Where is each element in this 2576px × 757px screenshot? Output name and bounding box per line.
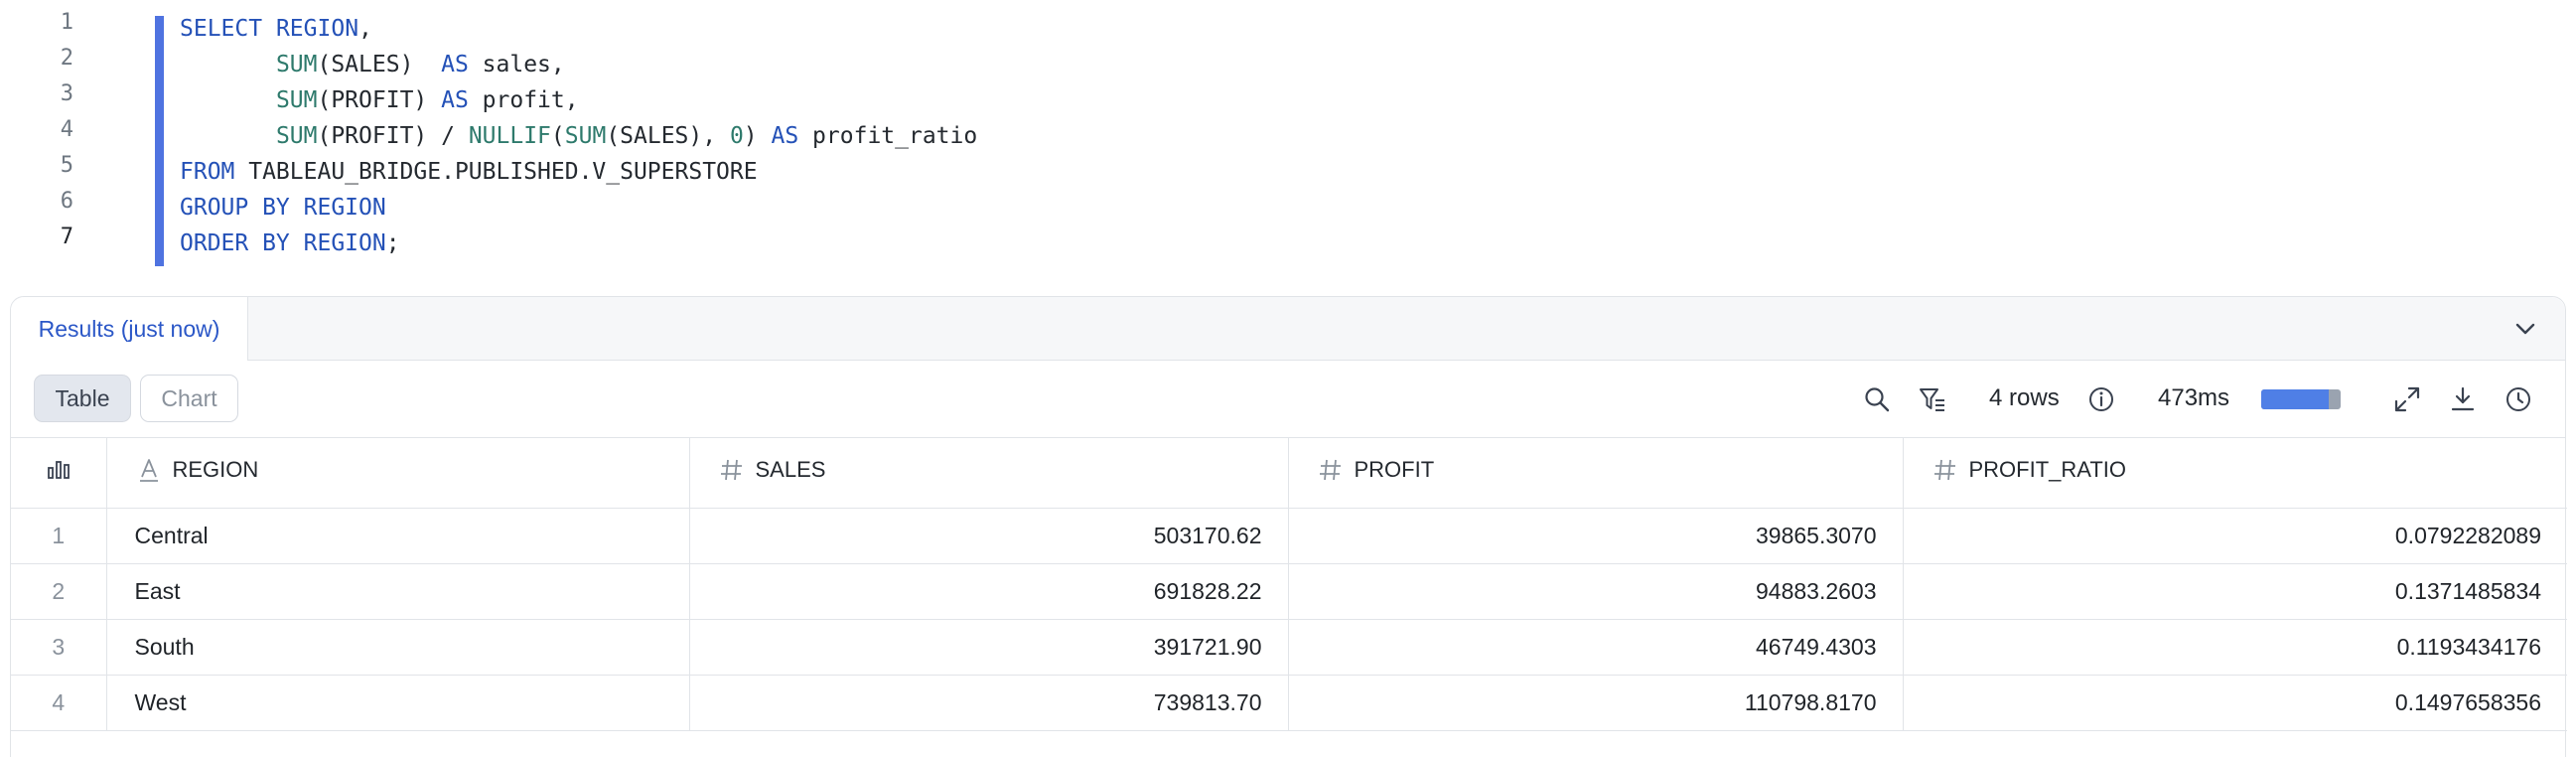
cell-profit[interactable]: 46749.4303 <box>1288 619 1904 676</box>
query-duration: 473ms <box>2158 384 2230 411</box>
column-header-region[interactable]: REGION <box>106 438 690 509</box>
cell-sales[interactable]: 503170.62 <box>689 508 1289 564</box>
filter-icon[interactable] <box>1918 384 1947 414</box>
query-progress-bar <box>2261 389 2341 409</box>
chart-view-button[interactable]: Chart <box>140 375 238 422</box>
row-count: 4 rows <box>1989 384 2060 411</box>
code-line[interactable]: FROM TABLEAU_BRIDGE.PUBLISHED.V_SUPERSTO… <box>180 159 758 185</box>
number-type-icon <box>720 459 742 480</box>
column-header-label: PROFIT <box>1354 456 1435 482</box>
line-number: 2 <box>60 46 73 71</box>
cell-profit-ratio[interactable]: 0.1193434176 <box>1903 619 2567 676</box>
results-table: REGION SALES PROFIT PROFIT_RATIO 1 Centr… <box>11 438 2567 731</box>
selection-gutter-bar <box>155 16 164 266</box>
cell-region[interactable]: South <box>106 619 690 676</box>
line-number: 1 <box>60 10 73 35</box>
table-row[interactable]: 4 West 739813.70 110798.8170 0.149765835… <box>11 675 2567 731</box>
cell-region[interactable]: West <box>106 675 690 731</box>
line-number-active: 7 <box>60 225 73 249</box>
download-icon[interactable] <box>2448 384 2478 414</box>
results-panel: Results (just now) Table Chart 4 rows 47… <box>10 296 2567 757</box>
table-row[interactable]: 2 East 691828.22 94883.2603 0.1371485834 <box>11 563 2567 620</box>
cell-profit[interactable]: 39865.3070 <box>1288 508 1904 564</box>
sql-editor[interactable]: 1 2 3 4 5 6 7 SELECT REGION, SUM(SALES) … <box>0 0 2576 294</box>
row-index-header[interactable] <box>11 438 107 509</box>
cell-sales[interactable]: 691828.22 <box>689 563 1289 620</box>
column-header-sales[interactable]: SALES <box>689 438 1289 509</box>
code-line[interactable]: GROUP BY REGION <box>180 195 386 221</box>
info-icon[interactable] <box>2086 384 2116 414</box>
expand-icon[interactable] <box>2392 384 2422 414</box>
cell-profit-ratio[interactable]: 0.0792282089 <box>1903 508 2567 564</box>
header-row: REGION SALES PROFIT PROFIT_RATIO <box>11 438 2567 509</box>
number-type-icon <box>1319 459 1341 480</box>
cell-region[interactable]: Central <box>106 508 690 564</box>
table-row[interactable]: 1 Central 503170.62 39865.3070 0.0792282… <box>11 508 2567 564</box>
cell-sales[interactable]: 391721.90 <box>689 619 1289 676</box>
line-number: 3 <box>60 81 73 106</box>
table-row[interactable]: 3 South 391721.90 46749.4303 0.119343417… <box>11 619 2567 676</box>
line-number: 4 <box>60 117 73 142</box>
code-line[interactable]: SUM(SALES) AS sales, <box>180 52 565 77</box>
column-header-label: PROFIT_RATIO <box>1968 456 2127 482</box>
cell-region[interactable]: East <box>106 563 690 620</box>
row-index: 1 <box>11 508 107 564</box>
search-icon[interactable] <box>1862 384 1892 414</box>
chevron-down-icon[interactable] <box>2509 313 2541 345</box>
results-toolbar: Table Chart 4 rows 473ms <box>11 361 2565 438</box>
code-line[interactable]: SELECT REGION, <box>180 16 372 42</box>
results-tab-bar: Results (just now) <box>11 297 2565 361</box>
line-number: 5 <box>60 153 73 178</box>
query-progress-fill <box>2261 389 2329 409</box>
cell-profit[interactable]: 110798.8170 <box>1288 675 1904 731</box>
cell-profit-ratio[interactable]: 0.1497658356 <box>1903 675 2567 731</box>
number-type-icon <box>1933 459 1955 480</box>
row-index: 3 <box>11 619 107 676</box>
row-index: 4 <box>11 675 107 731</box>
table-view-button[interactable]: Table <box>34 375 131 422</box>
code-line[interactable]: SUM(PROFIT) AS profit, <box>180 87 579 113</box>
column-stats-icon[interactable] <box>45 456 72 484</box>
cell-sales[interactable]: 739813.70 <box>689 675 1289 731</box>
tab-results[interactable]: Results (just now) <box>11 297 248 361</box>
cell-profit-ratio[interactable]: 0.1371485834 <box>1903 563 2567 620</box>
text-type-icon <box>139 458 158 482</box>
column-header-label: REGION <box>172 456 259 482</box>
cell-profit[interactable]: 94883.2603 <box>1288 563 1904 620</box>
history-icon[interactable] <box>2504 384 2533 414</box>
column-header-label: SALES <box>755 456 826 482</box>
row-index: 2 <box>11 563 107 620</box>
code-line[interactable]: SUM(PROFIT) / NULLIF(SUM(SALES), 0) AS p… <box>180 123 977 149</box>
column-header-profit[interactable]: PROFIT <box>1288 438 1904 509</box>
code-line[interactable]: ORDER BY REGION; <box>180 230 400 256</box>
column-header-profit-ratio[interactable]: PROFIT_RATIO <box>1903 438 2567 509</box>
line-number: 6 <box>60 189 73 214</box>
